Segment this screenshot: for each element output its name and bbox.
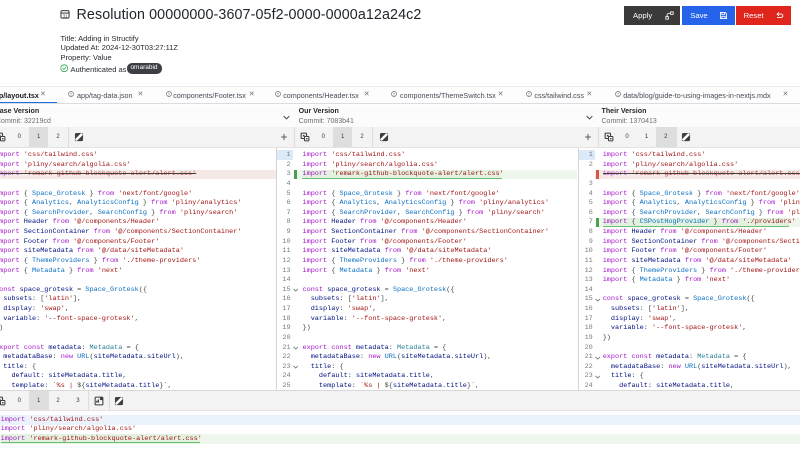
svg-text:31: 31 [62, 13, 67, 18]
